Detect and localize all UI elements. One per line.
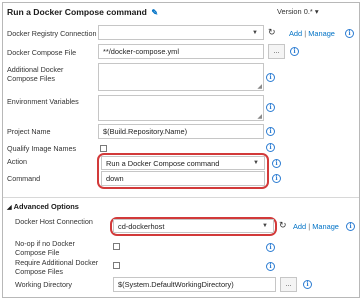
info-icon[interactable]: i: [266, 143, 275, 152]
noop-checkbox[interactable]: [113, 243, 120, 250]
chevron-down-icon: ▼: [262, 223, 268, 229]
compose-file-browse-button[interactable]: ...: [268, 44, 285, 59]
section-divider: [3, 197, 359, 198]
action-value: Run a Docker Compose command: [106, 158, 220, 168]
additional-compose-files-textarea[interactable]: ◢: [98, 63, 264, 91]
info-icon[interactable]: i: [266, 103, 275, 112]
registry-connection-links: Add | Manage: [289, 29, 335, 38]
project-name-input[interactable]: $(Build.Repository.Name): [98, 124, 264, 139]
info-icon[interactable]: i: [346, 222, 355, 231]
noop-label: No-op if no Docker Compose File: [15, 239, 75, 257]
info-icon[interactable]: i: [266, 127, 275, 136]
info-icon[interactable]: i: [345, 29, 354, 38]
advanced-options-toggle[interactable]: ◢ Advanced Options: [7, 202, 79, 211]
project-name-value: $(Build.Repository.Name): [103, 127, 188, 136]
version-selector[interactable]: Version 0.* ▾: [277, 7, 319, 16]
manage-link[interactable]: Manage: [308, 29, 335, 38]
require-additional-checkbox[interactable]: [113, 262, 120, 269]
chevron-down-icon: ▾: [314, 7, 319, 16]
working-directory-browse-button[interactable]: ...: [280, 277, 297, 292]
info-icon[interactable]: i: [272, 174, 281, 183]
host-connection-select[interactable]: cd-dockerhost ▼: [113, 219, 274, 233]
info-icon[interactable]: i: [290, 47, 299, 56]
pencil-icon[interactable]: ✎: [151, 8, 158, 17]
add-link[interactable]: Add: [289, 29, 302, 38]
refresh-icon[interactable]: ↻: [279, 221, 287, 230]
advanced-options-title: Advanced Options: [13, 202, 79, 211]
compose-file-input[interactable]: **/docker-compose.yml: [98, 44, 264, 59]
action-select[interactable]: Run a Docker Compose command ▼: [101, 156, 265, 170]
host-connection-links: Add | Manage: [293, 222, 339, 231]
compose-file-value: **/docker-compose.yml: [103, 47, 179, 56]
task-editor-panel: Run a Docker Compose command ✎ Version 0…: [2, 2, 360, 298]
info-icon[interactable]: i: [303, 280, 312, 289]
require-additional-label: Require Additional Docker Compose Files: [15, 258, 99, 276]
registry-connection-label: Docker Registry Connection: [7, 29, 97, 38]
info-icon[interactable]: i: [266, 73, 275, 82]
link-separator: |: [304, 29, 307, 38]
host-connection-label: Docker Host Connection: [15, 217, 93, 226]
environment-variables-textarea[interactable]: ◢: [98, 95, 264, 121]
task-title-text: Run a Docker Compose command: [7, 7, 147, 17]
command-label: Command: [7, 174, 41, 183]
working-directory-input[interactable]: $(System.DefaultWorkingDirectory): [113, 277, 276, 292]
resize-grip-icon[interactable]: ◢: [257, 114, 262, 120]
task-title: Run a Docker Compose command ✎: [7, 7, 158, 17]
compose-file-label: Docker Compose File: [7, 48, 77, 57]
info-icon[interactable]: i: [266, 243, 275, 252]
link-separator: |: [308, 222, 311, 231]
qualify-image-names-label: Qualify Image Names: [7, 144, 77, 153]
refresh-icon[interactable]: ↻: [268, 28, 276, 37]
project-name-label: Project Name: [7, 127, 51, 136]
action-label: Action: [7, 157, 27, 166]
host-connection-value: cd-dockerhost: [118, 221, 165, 231]
chevron-down-icon: ▼: [252, 29, 258, 36]
command-input[interactable]: down: [101, 171, 265, 186]
qualify-image-names-checkbox[interactable]: [100, 145, 107, 152]
info-icon[interactable]: i: [272, 159, 281, 168]
chevron-down-icon: ▼: [253, 160, 259, 166]
version-value: 0.*: [303, 7, 313, 16]
working-directory-label: Working Directory: [15, 280, 72, 289]
chevron-down-icon: ◢: [7, 205, 12, 211]
additional-compose-files-label: Additional Docker Compose Files: [7, 65, 64, 83]
resize-grip-icon[interactable]: ◢: [257, 84, 262, 90]
info-icon[interactable]: i: [266, 262, 275, 271]
command-value: down: [106, 174, 124, 183]
manage-link[interactable]: Manage: [312, 222, 339, 231]
working-directory-value: $(System.DefaultWorkingDirectory): [118, 280, 234, 289]
registry-connection-select[interactable]: ▼: [98, 25, 264, 40]
add-link[interactable]: Add: [293, 222, 306, 231]
environment-variables-label: Environment Variables: [7, 97, 79, 106]
version-label: Version: [277, 7, 302, 16]
